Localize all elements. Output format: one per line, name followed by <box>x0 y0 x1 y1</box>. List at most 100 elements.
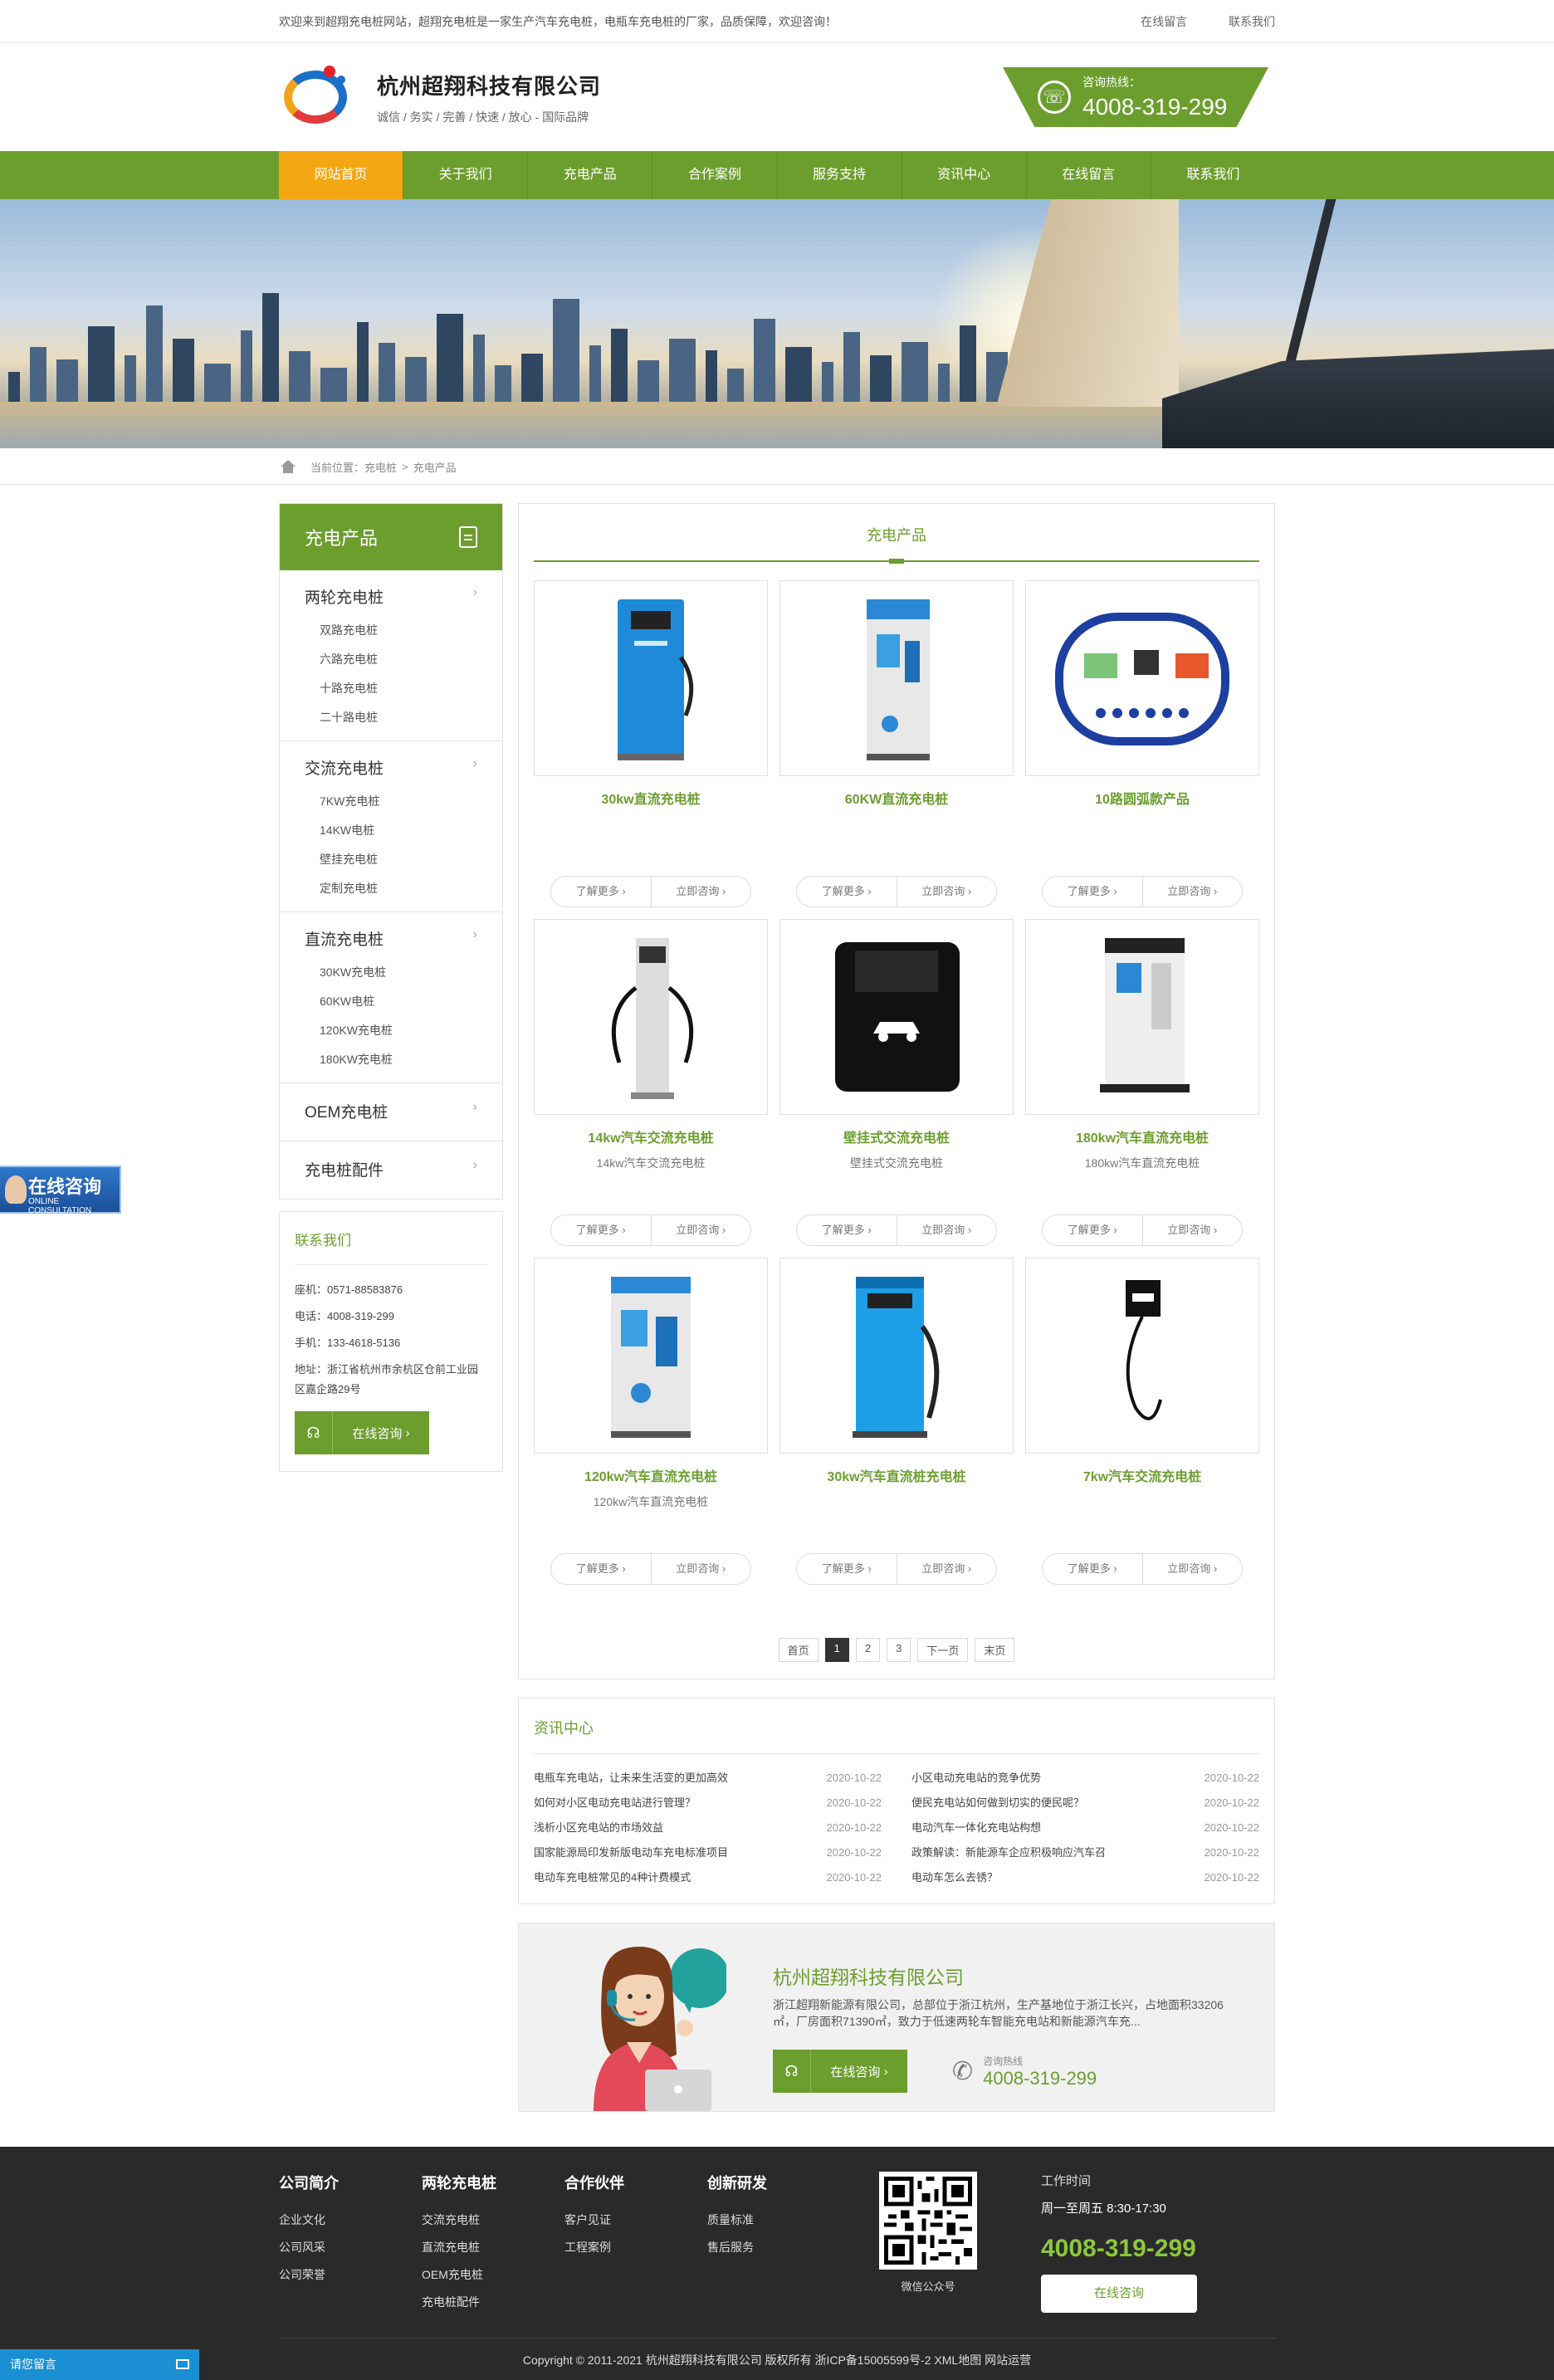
product-image[interactable] <box>1025 580 1259 776</box>
news-title-text[interactable]: 小区电动充电站的竞争优势 <box>911 1766 1041 1791</box>
news-title-text[interactable]: 国家能源局印发新版电动车充电标准项目 <box>534 1840 728 1865</box>
footer-link[interactable]: 企业文化 <box>279 2207 422 2234</box>
sidebar-sub-item[interactable]: 180KW充电桩 <box>280 1045 502 1074</box>
sidebar-sub-item[interactable]: 14KW电桩 <box>280 816 502 845</box>
news-title-text[interactable]: 如何对小区电动充电站进行管理？ <box>534 1791 696 1816</box>
footer-link[interactable]: 交流充电桩 <box>422 2207 564 2234</box>
consult-now-button[interactable]: 立即咨询 › <box>650 1554 751 1584</box>
sidebar-sub-item[interactable]: 十路充电桩 <box>280 674 502 703</box>
about-consult-button[interactable]: ☊ 在线咨询 › <box>773 2050 907 2093</box>
nav-cases[interactable]: 合作案例 <box>652 151 778 199</box>
product-card[interactable]: 14kw汽车交流充电桩 14kw汽车交流充电桩 了解更多 › 立即咨询 › <box>534 919 768 1246</box>
breadcrumb-item[interactable]: 充电产品 <box>413 459 457 475</box>
sidebar-category[interactable]: 交流充电桩 › <box>280 756 502 779</box>
footer-link[interactable]: 公司风采 <box>279 2234 422 2261</box>
home-icon[interactable] <box>279 460 297 473</box>
consult-now-button[interactable]: 立即咨询 › <box>896 877 997 907</box>
learn-more-button[interactable]: 了解更多 › <box>551 1554 651 1584</box>
news-item[interactable]: 电瓶车充电站，让未来生活变的更加高效 2020-10-22 <box>534 1766 882 1791</box>
footer-link[interactable]: OEM充电桩 <box>422 2261 564 2289</box>
consult-now-button[interactable]: 立即咨询 › <box>1141 1554 1243 1584</box>
product-image[interactable] <box>534 580 768 776</box>
product-image[interactable] <box>779 580 1014 776</box>
news-item[interactable]: 电动汽车一体化充电站构想 2020-10-22 <box>911 1816 1259 1840</box>
page-last[interactable]: 末页 <box>975 1638 1015 1662</box>
learn-more-button[interactable]: 了解更多 › <box>1043 1215 1142 1245</box>
sidebar-sub-item[interactable]: 壁挂充电桩 <box>280 845 502 874</box>
learn-more-button[interactable]: 了解更多 › <box>551 1215 651 1245</box>
footer-link[interactable]: 客户见证 <box>564 2207 707 2234</box>
page-next[interactable]: 下一页 <box>917 1638 969 1662</box>
company-logo[interactable] <box>279 61 352 134</box>
sidebar-sub-item[interactable]: 60KW电桩 <box>280 987 502 1016</box>
product-image[interactable] <box>779 1258 1014 1454</box>
news-title-text[interactable]: 电动车怎么去锈？ <box>911 1865 998 1890</box>
product-card[interactable]: 30kw直流充电桩 了解更多 › 立即咨询 › <box>534 580 768 907</box>
nav-home[interactable]: 网站首页 <box>279 151 404 199</box>
top-link-contact[interactable]: 联系我们 <box>1229 15 1275 28</box>
product-image[interactable] <box>534 1258 768 1454</box>
consult-now-button[interactable]: 立即咨询 › <box>650 877 751 907</box>
product-name[interactable]: 壁挂式交流充电桩 <box>779 1126 1014 1146</box>
nav-message[interactable]: 在线留言 <box>1027 151 1151 199</box>
news-item[interactable]: 小区电动充电站的竞争优势 2020-10-22 <box>911 1766 1259 1791</box>
news-item[interactable]: 如何对小区电动充电站进行管理？ 2020-10-22 <box>534 1791 882 1816</box>
consult-now-button[interactable]: 立即咨询 › <box>1141 1215 1243 1245</box>
footer-consult-button[interactable]: 在线咨询 <box>1041 2275 1197 2313</box>
consult-now-button[interactable]: 立即咨询 › <box>896 1554 997 1584</box>
sidebar-category[interactable]: 充电桩配件 › <box>280 1158 502 1180</box>
consult-now-button[interactable]: 立即咨询 › <box>1141 877 1243 907</box>
sidebar-category[interactable]: OEM充电桩 › <box>280 1100 502 1122</box>
learn-more-button[interactable]: 了解更多 › <box>1043 877 1142 907</box>
page-3[interactable]: 3 <box>887 1638 911 1662</box>
news-item[interactable]: 浅析小区充电站的市场效益 2020-10-22 <box>534 1816 882 1840</box>
sidebar-category[interactable]: 两轮充电桩 › <box>280 585 502 608</box>
product-card[interactable]: 30kw汽车直流桩充电桩 了解更多 › 立即咨询 › <box>779 1258 1014 1585</box>
page-first[interactable]: 首页 <box>778 1638 819 1662</box>
news-item[interactable]: 便民充电站如何做到切实的便民呢？ 2020-10-22 <box>911 1791 1259 1816</box>
news-title-text[interactable]: 电动车充电桩常见的4种计费模式 <box>534 1865 691 1890</box>
footer-link[interactable]: 售后服务 <box>707 2234 850 2261</box>
product-image[interactable] <box>534 919 768 1115</box>
sidebar-sub-item[interactable]: 30KW充电桩 <box>280 958 502 987</box>
sidebar-sub-item[interactable]: 二十路电桩 <box>280 703 502 732</box>
consult-now-button[interactable]: 立即咨询 › <box>896 1215 997 1245</box>
news-item[interactable]: 政策解读：新能源车企应积极响应汽车召 2020-10-22 <box>911 1840 1259 1865</box>
nav-about[interactable]: 关于我们 <box>403 151 529 199</box>
news-item[interactable]: 电动车怎么去锈？ 2020-10-22 <box>911 1865 1259 1890</box>
sidebar-sub-item[interactable]: 定制充电桩 <box>280 874 502 903</box>
product-name[interactable]: 60KW直流充电桩 <box>779 788 1014 808</box>
product-name[interactable]: 30kw直流充电桩 <box>534 788 768 808</box>
product-image[interactable] <box>1025 1258 1259 1454</box>
minimize-icon[interactable] <box>176 2359 189 2369</box>
sidebar-sub-item[interactable]: 7KW充电桩 <box>280 787 502 816</box>
product-image[interactable] <box>1025 919 1259 1115</box>
product-name[interactable]: 10路圆弧款产品 <box>1025 788 1259 808</box>
product-card[interactable]: 壁挂式交流充电桩 壁挂式交流充电桩 了解更多 › 立即咨询 › <box>779 919 1014 1246</box>
learn-more-button[interactable]: 了解更多 › <box>797 1215 897 1245</box>
nav-products[interactable]: 充电产品 <box>528 151 653 199</box>
product-card[interactable]: 180kw汽车直流充电桩 180kw汽车直流充电桩 了解更多 › 立即咨询 › <box>1025 919 1259 1246</box>
sidebar-sub-item[interactable]: 六路充电桩 <box>280 645 502 674</box>
news-title-text[interactable]: 政策解读：新能源车企应积极响应汽车召 <box>911 1840 1106 1865</box>
news-title-text[interactable]: 浅析小区充电站的市场效益 <box>534 1816 663 1840</box>
sidebar-sub-item[interactable]: 双路充电桩 <box>280 616 502 645</box>
footer-link[interactable]: 充电桩配件 <box>422 2289 564 2316</box>
product-card[interactable]: 120kw汽车直流充电桩 120kw汽车直流充电桩 了解更多 › 立即咨询 › <box>534 1258 768 1585</box>
consult-now-button[interactable]: 立即咨询 › <box>650 1215 751 1245</box>
product-card[interactable]: 10路圆弧款产品了解更多 › 立即咨询 › <box>1025 580 1259 907</box>
product-name[interactable]: 120kw汽车直流充电桩 <box>534 1465 768 1485</box>
sidebar-consult-button[interactable]: ☊ 在线咨询 › <box>295 1411 429 1454</box>
news-item[interactable]: 国家能源局印发新版电动车充电标准项目 2020-10-22 <box>534 1840 882 1865</box>
learn-more-button[interactable]: 了解更多 › <box>797 1554 897 1584</box>
product-name[interactable]: 7kw汽车交流充电桩 <box>1025 1465 1259 1485</box>
nav-contact[interactable]: 联系我们 <box>1151 151 1275 199</box>
news-title-text[interactable]: 电瓶车充电站，让未来生活变的更加高效 <box>534 1766 728 1791</box>
nav-support[interactable]: 服务支持 <box>778 151 902 199</box>
product-name[interactable]: 14kw汽车交流充电桩 <box>534 1126 768 1146</box>
sidebar-category[interactable]: 直流充电桩 › <box>280 927 502 950</box>
product-name[interactable]: 180kw汽车直流充电桩 <box>1025 1126 1259 1146</box>
footer-link[interactable]: 直流充电桩 <box>422 2234 564 2261</box>
learn-more-button[interactable]: 了解更多 › <box>1043 1554 1142 1584</box>
sidebar-sub-item[interactable]: 120KW充电桩 <box>280 1016 502 1045</box>
